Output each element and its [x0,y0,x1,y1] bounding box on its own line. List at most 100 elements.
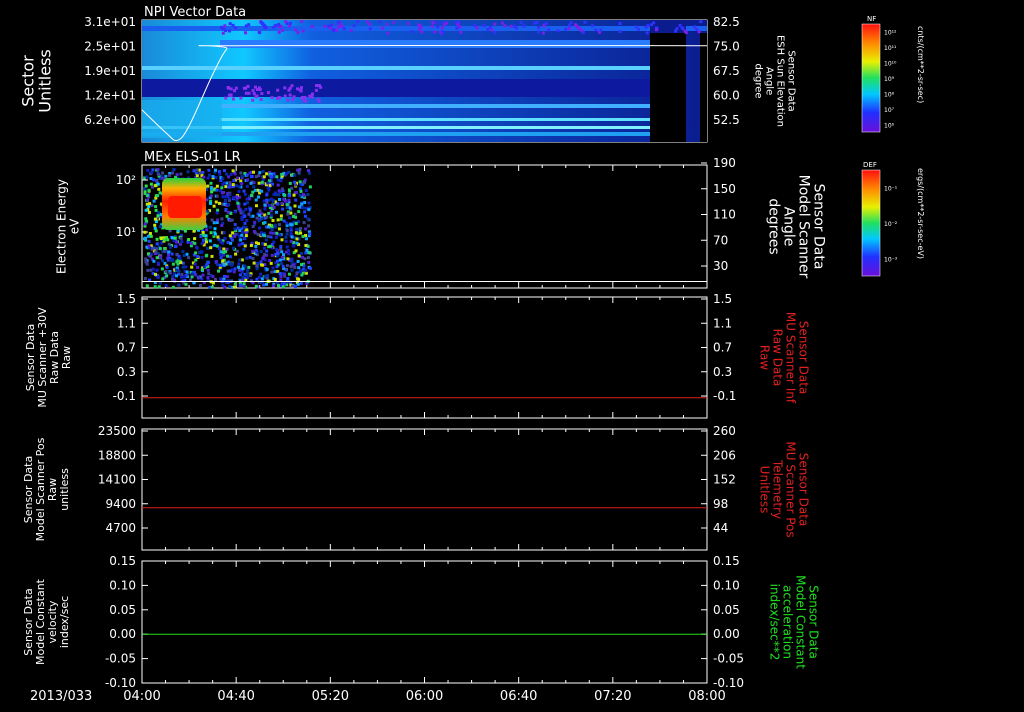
npi-speck [618,22,622,26]
plot-canvas: NPI Vector Data 3.1e+01 2.5e+01 1.9e+01 1.2e… [19,5,926,704]
els-speck [156,182,160,186]
npi-speck [284,20,288,24]
right-axis-label-line: ESH Sun Elevation [775,35,786,127]
els-speck [200,255,204,259]
colorbar-def-gradient [861,169,881,277]
npi-speck [567,23,571,27]
els-speck [243,214,247,218]
els-speck [297,266,301,270]
npi-speck [440,26,444,30]
els-speck [195,174,199,178]
panel-title: NPI Vector Data [144,5,246,20]
els-speck [248,255,252,259]
els-speck [307,169,310,173]
els-speck [184,282,188,286]
els-speck [233,227,237,231]
right-tick-label: 67.5 [713,64,740,78]
els-speck [213,232,217,236]
els-speck [274,193,278,196]
npi-speck [288,93,292,97]
els-speck [285,264,289,268]
els-speck [156,261,160,265]
els-speck [173,236,177,240]
els-speck [242,248,246,251]
els-speck [190,265,194,269]
colorbar-tick-label: 10⁻³ [884,256,898,263]
els-speck [221,283,225,287]
els-speck [218,253,222,256]
npi-speck [251,89,255,93]
els-speck [241,276,245,279]
npi-speck [541,31,545,35]
els-speck [305,249,309,252]
npi-speck [493,22,497,26]
els-speck [217,170,221,174]
npi-speck [599,28,603,32]
els-speck [153,285,157,289]
right-axis-label-line: Model Constant [794,575,808,669]
els-speck [251,257,255,260]
els-speck [253,220,257,224]
els-speck [262,233,265,237]
els-speck [171,236,175,240]
els-speck [273,278,277,281]
els-speck [253,230,256,233]
right-axis-label-line: Sensor Data [797,453,811,527]
els-speck [226,275,229,279]
npi-speck [286,98,290,102]
els-speck [239,171,243,175]
els-speck [236,201,240,205]
els-speck [258,213,262,217]
els-speck [278,198,281,201]
npi-speck [270,96,274,100]
npi-speck [335,28,339,32]
els-speck [295,271,299,275]
els-speck [235,196,239,200]
els-speck [255,216,259,220]
left-axis-label-line: Unitless [36,49,55,113]
els-speck [164,284,168,288]
els-speck [270,253,274,257]
npi-speck [233,26,237,30]
right-tick-label: 1.1 [713,316,732,330]
right-axis-label-line: MU Scanner Inf [784,312,798,404]
npi-speck [683,29,687,33]
els-speck [206,246,209,250]
els-speck [257,219,261,223]
els-speck [306,193,310,196]
npi-speck [299,86,303,90]
els-speck [277,223,281,227]
right-tick-label: 0.3 [713,365,732,379]
npi-speck [652,21,656,25]
els-speck [218,246,222,250]
right-axis-label-line: MU Scanner Pos [784,441,798,537]
left-tick-label: 0.7 [117,341,136,355]
els-speck [152,259,156,263]
els-speck [214,168,217,172]
npi-speck [490,28,494,32]
npi-heatmap-band [220,118,650,121]
els-speck [226,254,230,258]
els-speck [289,226,293,230]
els-speck [287,249,290,252]
els-speck [288,216,292,220]
left-tick-label: 18800 [98,448,136,462]
els-speck [212,221,216,225]
npi-speck [699,20,703,24]
els-speck [222,231,226,235]
time-tick-label: 07:20 [594,689,631,704]
els-speck [307,260,311,264]
npi-speck [300,96,304,100]
els-speck [240,175,244,178]
els-speck [161,171,165,175]
els-speck [268,259,272,262]
els-speck [170,258,174,262]
els-speck [181,250,185,254]
els-speck [232,179,236,182]
els-speck [157,285,161,289]
els-speck [256,232,260,236]
els-speck [241,267,245,271]
npi-speck [294,28,298,32]
els-speck [219,179,223,183]
els-speck [260,263,263,267]
